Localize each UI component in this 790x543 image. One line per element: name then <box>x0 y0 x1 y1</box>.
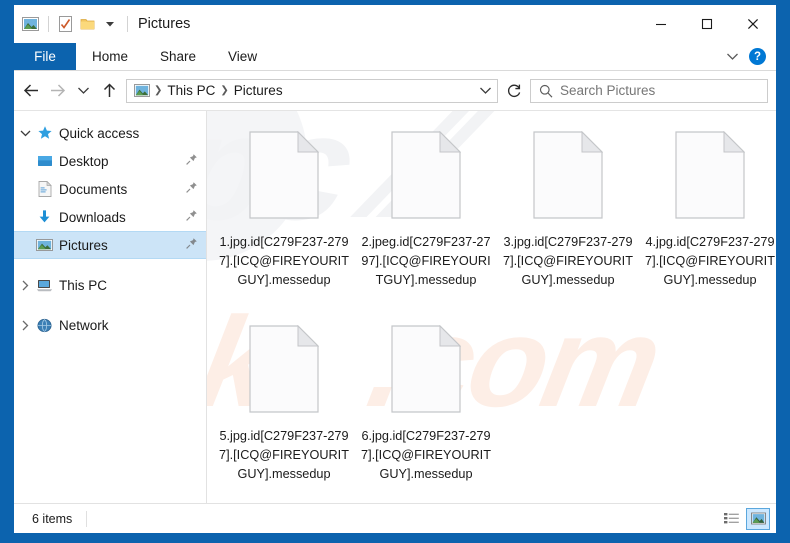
network-icon <box>36 317 53 334</box>
sidebar-label-quick-access: Quick access <box>59 125 140 141</box>
address-bar: ❯ This PC ❯ Pictures Search Pictures <box>14 71 776 110</box>
generic-file-icon <box>662 123 758 227</box>
file-list-pane[interactable]: pc ∕∕ risk .com 1.jpg.id[C279F237-279 <box>207 111 776 503</box>
pin-icon[interactable] <box>185 153 198 169</box>
pictures-library-icon[interactable] <box>22 16 39 32</box>
details-view-button[interactable] <box>719 508 743 530</box>
breadcrumb-pictures[interactable]: Pictures <box>230 83 287 98</box>
breadcrumb-separator-2: ❯ <box>220 85 229 96</box>
breadcrumb-bar[interactable]: ❯ This PC ❯ Pictures <box>126 78 498 103</box>
star-icon <box>36 125 53 142</box>
file-name: 2.jpeg.id[C279F237-2797].[ICQ@FIREYOURIT… <box>361 235 491 287</box>
tab-view[interactable]: View <box>212 43 273 70</box>
ribbon-right-controls: ? <box>722 43 776 70</box>
up-button[interactable] <box>96 78 122 104</box>
tab-share[interactable]: Share <box>144 43 212 70</box>
sidebar-item-downloads[interactable]: Downloads <box>14 203 206 231</box>
file-name: 4.jpg.id[C279F237-2797].[ICQ@FIREYOURITG… <box>645 235 775 287</box>
generic-file-icon <box>236 123 332 227</box>
breadcrumb-this-pc[interactable]: This PC <box>163 83 219 98</box>
sidebar-item-documents[interactable]: Documents <box>14 175 206 203</box>
minimize-button[interactable] <box>638 5 684 43</box>
chevron-right-icon[interactable] <box>14 280 36 291</box>
maximize-button[interactable] <box>684 5 730 43</box>
sidebar-label-network: Network <box>59 317 109 333</box>
pictures-icon <box>36 237 53 254</box>
properties-icon[interactable] <box>58 16 73 32</box>
navigation-pane[interactable]: Quick access Desktop Documents Downloads… <box>14 111 207 503</box>
file-item[interactable]: 1.jpg.id[C279F237-2797].[ICQ@FIREYOURITG… <box>213 119 355 313</box>
file-item[interactable]: 3.jpg.id[C279F237-2797].[ICQ@FIREYOURITG… <box>497 119 639 313</box>
sidebar-label-downloads: Downloads <box>59 209 126 225</box>
file-item[interactable]: 6.jpg.id[C279F237-2797].[ICQ@FIREYOURITG… <box>355 313 497 503</box>
file-item[interactable]: 4.jpg.id[C279F237-2797].[ICQ@FIREYOURITG… <box>639 119 776 313</box>
downloads-icon <box>36 209 53 226</box>
file-name: 3.jpg.id[C279F237-2797].[ICQ@FIREYOURITG… <box>503 235 633 287</box>
help-icon[interactable]: ? <box>749 48 766 65</box>
generic-file-icon <box>236 317 332 421</box>
sidebar-item-quick-access[interactable]: Quick access <box>14 119 206 147</box>
ribbon-tab-strip: File Home Share View ? <box>14 43 776 71</box>
tab-home[interactable]: Home <box>76 43 144 70</box>
recent-locations-button[interactable] <box>70 78 96 104</box>
sidebar-item-desktop[interactable]: Desktop <box>14 147 206 175</box>
explorer-body: Quick access Desktop Documents Downloads… <box>14 110 776 503</box>
quick-access-toolbar <box>14 16 130 32</box>
file-grid: 1.jpg.id[C279F237-2797].[ICQ@FIREYOURITG… <box>207 111 776 503</box>
this-pc-icon <box>36 277 53 294</box>
sidebar-label-this-pc: This PC <box>59 277 108 293</box>
sidebar-label-pictures: Pictures <box>59 237 108 253</box>
generic-file-icon <box>520 123 616 227</box>
toolbar-separator-2 <box>127 16 128 32</box>
desktop-icon <box>36 153 53 170</box>
sidebar-item-network[interactable]: Network <box>14 311 206 339</box>
window-controls <box>638 5 776 43</box>
generic-file-icon <box>378 317 474 421</box>
address-dropdown-icon[interactable] <box>475 80 495 102</box>
documents-icon <box>36 181 53 198</box>
large-icons-view-button[interactable] <box>746 507 770 530</box>
status-bar: 6 items <box>14 503 776 533</box>
item-count-label: 6 items <box>32 511 73 526</box>
pin-icon[interactable] <box>185 181 198 197</box>
sidebar-item-pictures[interactable]: Pictures <box>14 231 206 259</box>
sidebar-item-this-pc[interactable]: This PC <box>14 271 206 299</box>
back-button[interactable] <box>18 78 44 104</box>
file-name: 5.jpg.id[C279F237-2797].[ICQ@FIREYOURITG… <box>219 429 349 481</box>
file-explorer-window: Pictures File Home Share View ? ❯ This P… <box>14 5 776 533</box>
file-name: 1.jpg.id[C279F237-2797].[ICQ@FIREYOURITG… <box>219 235 349 287</box>
pin-icon[interactable] <box>185 209 198 225</box>
file-item[interactable]: 2.jpeg.id[C279F237-2797].[ICQ@FIREYOURIT… <box>355 119 497 313</box>
search-input[interactable]: Search Pictures <box>530 78 768 103</box>
customize-quick-access-icon[interactable] <box>104 19 116 29</box>
chevron-expanded-icon[interactable] <box>14 129 36 137</box>
sidebar-label-desktop: Desktop <box>59 153 109 169</box>
forward-button[interactable] <box>44 78 70 104</box>
chevron-down-icon[interactable] <box>722 50 743 63</box>
file-item[interactable]: 5.jpg.id[C279F237-2797].[ICQ@FIREYOURITG… <box>213 313 355 503</box>
new-folder-icon[interactable] <box>80 17 95 31</box>
sidebar-label-documents: Documents <box>59 181 128 197</box>
breadcrumb-separator-1: ❯ <box>154 85 163 96</box>
generic-file-icon <box>378 123 474 227</box>
search-placeholder: Search Pictures <box>560 83 656 98</box>
file-name: 6.jpg.id[C279F237-2797].[ICQ@FIREYOURITG… <box>361 429 491 481</box>
window-title: Pictures <box>138 16 191 32</box>
close-button[interactable] <box>730 5 776 43</box>
tab-file[interactable]: File <box>14 43 76 70</box>
status-divider <box>86 510 88 527</box>
title-bar: Pictures <box>14 5 776 43</box>
pin-icon[interactable] <box>185 237 198 253</box>
refresh-icon[interactable] <box>501 78 527 104</box>
toolbar-separator <box>48 16 49 32</box>
pictures-folder-icon <box>131 83 153 98</box>
view-mode-buttons <box>719 507 770 530</box>
search-icon <box>539 84 553 98</box>
desktop-backdrop: Pictures File Home Share View ? ❯ This P… <box>0 0 790 543</box>
chevron-right-icon[interactable] <box>14 320 36 331</box>
